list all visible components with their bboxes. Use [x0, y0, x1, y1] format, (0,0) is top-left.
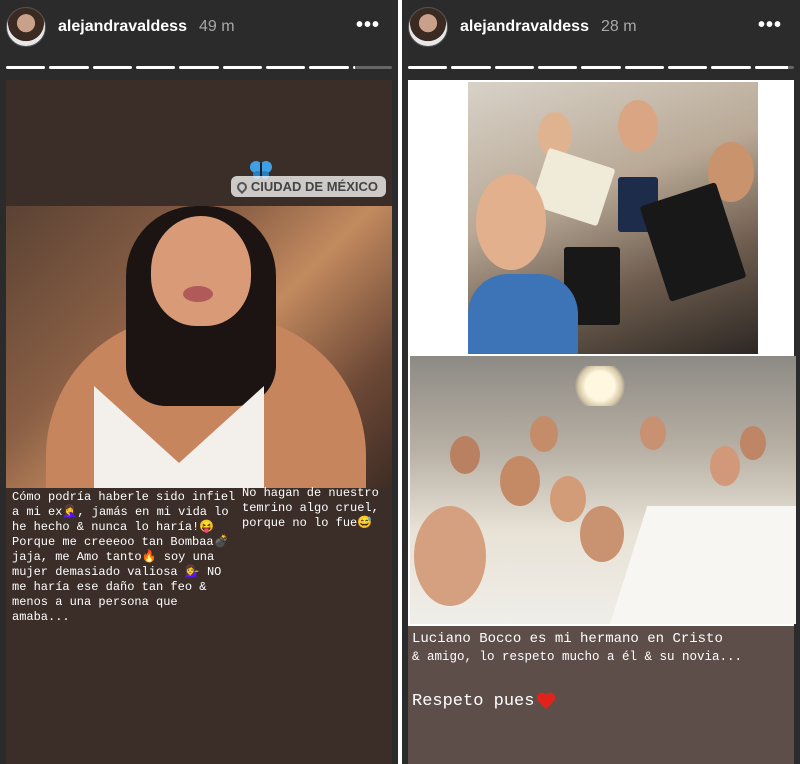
- avatar[interactable]: [6, 7, 46, 47]
- progress-segment: [6, 66, 46, 69]
- progress-segment: [352, 66, 392, 69]
- caption-line-2: & amigo, lo respeto mucho a él & su novi…: [412, 650, 743, 664]
- story-content[interactable]: CIUDAD DE MÉXICO Cómo podría haberle sid…: [6, 80, 392, 764]
- story-progress-bar: [408, 66, 794, 69]
- progress-segment: [408, 66, 448, 69]
- progress-segment: [451, 66, 491, 69]
- progress-segment: [222, 66, 262, 69]
- progress-segment: [537, 66, 578, 69]
- story-progress-bar: [6, 66, 392, 69]
- story-panel-left[interactable]: alejandravaldess 49 m ••• CIUDAD DE MÉXI…: [0, 0, 398, 764]
- more-options-icon[interactable]: •••: [356, 14, 380, 37]
- caption-respeto: Respeto pues: [412, 692, 556, 711]
- caption-text: Luciano Bocco es mi hermano en Cristo & …: [412, 630, 794, 666]
- progress-segment: [92, 66, 132, 69]
- bible-group-photo: [468, 82, 758, 354]
- more-options-icon[interactable]: •••: [758, 14, 782, 37]
- dinner-group-photo: [410, 356, 796, 624]
- story-header: alejandravaldess 49 m •••: [0, 0, 398, 54]
- progress-segment: [624, 66, 664, 69]
- story-header: alejandravaldess 28 m •••: [402, 0, 800, 54]
- progress-segment: [135, 66, 176, 69]
- progress-segment: [494, 66, 534, 69]
- caption-respeto-text: Respeto pues: [412, 692, 535, 711]
- avatar[interactable]: [408, 7, 448, 47]
- progress-segment: [49, 66, 89, 69]
- progress-segment: [754, 66, 794, 69]
- story-content[interactable]: Luciano Bocco es mi hermano en Cristo & …: [408, 80, 796, 764]
- username[interactable]: alejandravaldess: [58, 18, 187, 36]
- heart-icon: [536, 693, 556, 711]
- caption-text-left: Cómo podría haberle sido infiel a mi ex🤦…: [12, 490, 236, 624]
- progress-segment: [667, 66, 708, 69]
- location-pin-icon: [234, 179, 249, 194]
- caption-text-right: No hagan de nuestro temrino algo cruel, …: [242, 486, 387, 530]
- progress-segment: [179, 66, 219, 69]
- progress-segment: [711, 66, 751, 69]
- story-panel-right[interactable]: alejandravaldess 28 m ••• Luciano Bocco …: [402, 0, 800, 764]
- location-sticker[interactable]: CIUDAD DE MÉXICO: [230, 176, 386, 197]
- progress-segment: [309, 66, 349, 69]
- username[interactable]: alejandravaldess: [460, 18, 589, 36]
- timestamp: 28 m: [600, 18, 637, 35]
- timestamp: 49 m: [198, 18, 235, 35]
- caption-line-1: Luciano Bocco es mi hermano en Cristo: [412, 631, 723, 647]
- location-label: CIUDAD DE MÉXICO: [250, 179, 378, 194]
- selfie-photo: [6, 206, 392, 488]
- progress-segment: [265, 66, 306, 69]
- progress-segment: [581, 66, 621, 69]
